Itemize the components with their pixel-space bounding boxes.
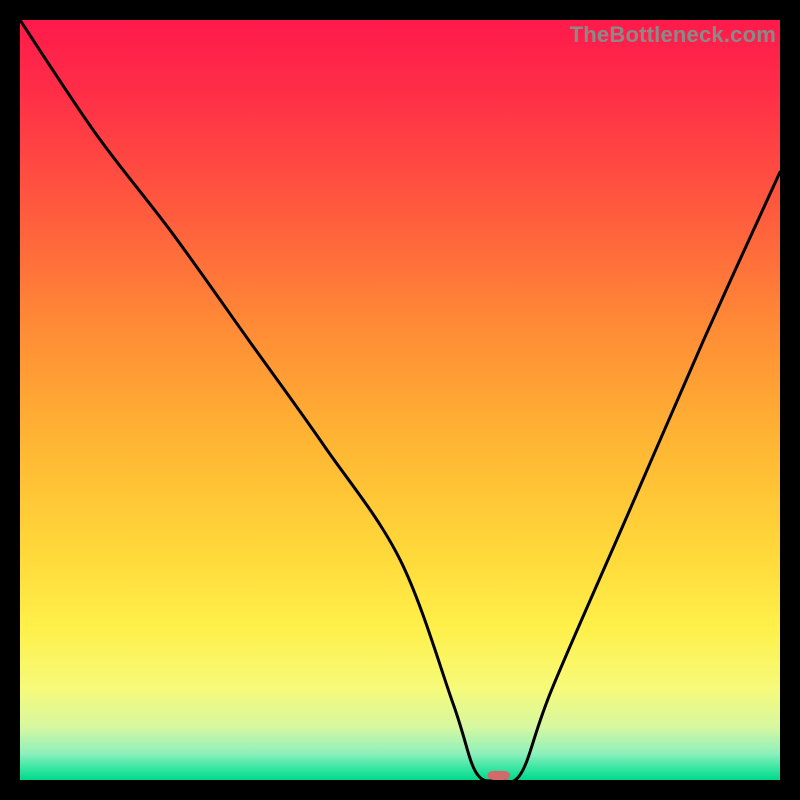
plot-area: TheBottleneck.com	[20, 20, 780, 780]
chart-svg	[20, 20, 780, 780]
marker-pill	[487, 771, 510, 780]
chart-frame: TheBottleneck.com	[0, 0, 800, 800]
chart-background	[20, 20, 780, 780]
